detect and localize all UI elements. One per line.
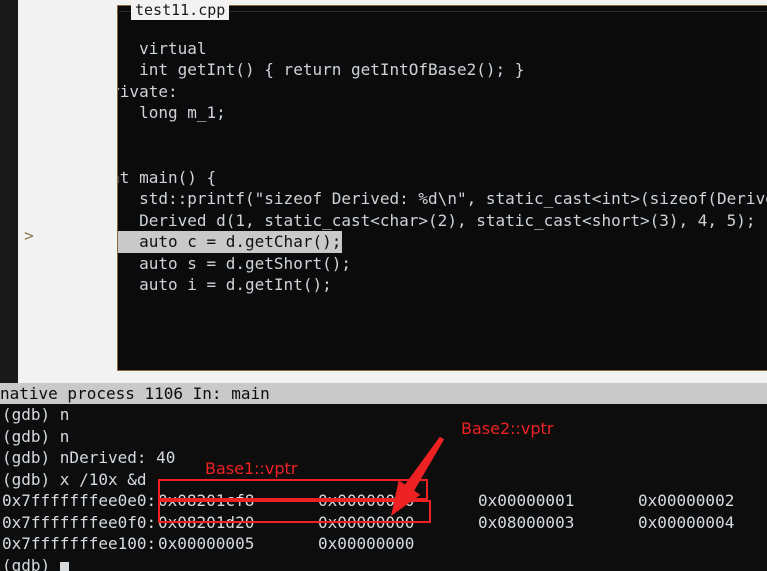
memory-word: 0x00000000 (318, 491, 415, 510)
source-line: 42 long m_1; (118, 102, 767, 124)
source-line-code: virtual (139, 38, 207, 58)
gdb-line-text: nDerived: 40 (59, 448, 176, 467)
memory-word: 0x08000003 (478, 512, 575, 532)
gdb-command-line: (gdb) x /10x &d (0, 469, 767, 491)
source-window-frame: 3839 virtual40 int getInt() { return get… (18, 0, 767, 383)
gdb-line-text: n (59, 405, 70, 424)
memory-word: 0x00000001 (478, 491, 575, 510)
gdb-line-text: n (59, 426, 70, 446)
source-line-code: int getInt() { return getIntOfBase2(); } (139, 60, 525, 79)
source-line-code: Derived d(1, static_cast<char>(2), stati… (117, 210, 756, 230)
source-line: 52 (118, 317, 767, 339)
memory-address: 0x7fffffffee100: (2, 534, 157, 553)
gdb-prompt: (gdb) (2, 426, 60, 446)
source-line-list: 3839 virtual40 int getInt() { return get… (117, 16, 767, 370)
source-line-code: auto c = d.getChar(); (118, 231, 343, 253)
gdb-line-text: x /10x &d (59, 469, 147, 489)
source-file-title: test11.cpp (131, 1, 230, 20)
text-cursor (59, 561, 69, 571)
source-line: 41 private: (118, 81, 767, 103)
gdb-prompt: (gdb) (2, 405, 60, 424)
gdb-command-line: (gdb) n (0, 404, 767, 426)
memory-word: 0x00000002 (638, 491, 735, 510)
memory-word: 0x00000000 (318, 534, 415, 553)
source-line-code: } (118, 296, 767, 318)
memory-dump-row: 0x7fffffffee0f0: 0x08201d20 0x00000000 0x08… (0, 512, 767, 534)
source-line: 50 auto i = d.getInt(); (118, 274, 767, 296)
gdb-tui-screenshot: 3839 virtual40 int getInt() { return get… (0, 0, 767, 571)
gdb-console[interactable]: (gdb) n (gdb) n (gdb) nDerived: 40 (gdb) x … (0, 404, 767, 571)
source-line-code: auto i = d.getInt(); (139, 275, 332, 294)
source-line: 40 int getInt() { return getIntOfBase2()… (118, 59, 767, 81)
source-line: 54 (118, 360, 767, 370)
gdb-prompt-active: (gdb) (0, 555, 767, 571)
source-line-code: long m_1; (139, 103, 226, 122)
memory-dump-row: 0x7fffffffee0e0: 0x08201cf8 0x00000000 0x00… (0, 490, 767, 512)
source-line: 47 Derived d(1, static_cast<char>(2), st… (117, 210, 767, 232)
left-gutter-strip (0, 0, 18, 383)
source-line-current: >48 auto c = d.getChar(); (118, 231, 767, 253)
gdb-prompt: (gdb) (2, 469, 60, 489)
memory-address: 0x7fffffffee0e0: (2, 491, 157, 510)
memory-word: 0x08201cf8 (158, 491, 255, 510)
source-line: 49 auto s = d.getShort(); (118, 253, 767, 275)
gdb-command-line: (gdb) n (0, 426, 767, 448)
source-line-code: std::printf("sizeof Derived: %d\n", stat… (139, 189, 767, 208)
source-line: 44 (118, 145, 767, 167)
status-bar: native process 1106 In: main (0, 383, 767, 404)
memory-word: 0x00000005 (158, 534, 255, 553)
source-line-code: auto s = d.getShort(); (139, 253, 351, 273)
source-line: 46 std::printf("sizeof Derived: %d\n", s… (118, 188, 767, 210)
source-line: 53 (118, 339, 767, 361)
source-line: 45 int main() { (118, 167, 767, 189)
gdb-prompt: (gdb) (2, 448, 60, 467)
gdb-prompt: (gdb) (2, 555, 60, 571)
source-line-code: private: (118, 81, 178, 101)
memory-word: 0x08201d20 (158, 512, 255, 532)
memory-address: 0x7fffffffee0f0: (2, 512, 157, 532)
source-line-code: int main() { (118, 167, 217, 187)
source-line: 51 } (118, 296, 767, 318)
source-line: 39 virtual (118, 38, 767, 60)
gdb-output-line: (gdb) nDerived: 40 (0, 447, 767, 469)
memory-dump-row: 0x7fffffffee100: 0x00000005 0x00000000 (0, 533, 767, 555)
memory-word: 0x00000004 (638, 512, 735, 532)
source-code-area[interactable]: 3839 virtual40 int getInt() { return get… (117, 5, 767, 371)
memory-word: 0x00000000 (318, 512, 415, 532)
source-line-code: }; (118, 124, 767, 146)
source-line: 43 }; (118, 124, 767, 146)
